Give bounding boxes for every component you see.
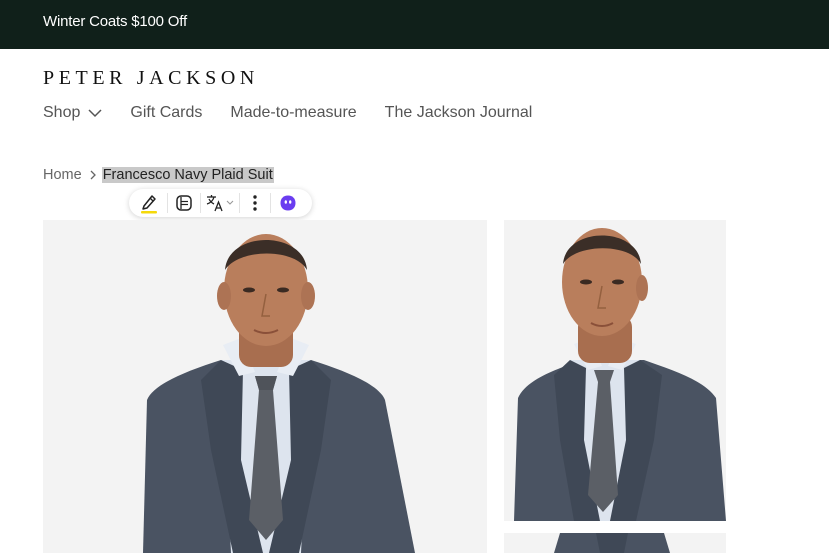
model-photo-angle [504,220,726,521]
more-options-icon [253,195,257,211]
selection-toolbar [129,189,312,217]
chevron-down-icon [88,109,102,118]
chevron-right-icon [90,170,96,180]
nav-item-journal[interactable]: The Jackson Journal [385,104,533,122]
model-photo-detail [504,533,726,553]
assistant-button[interactable] [271,189,305,217]
note-button[interactable] [168,189,200,217]
highlighter-icon [141,195,157,214]
more-options-button[interactable] [240,189,270,217]
nav-item-gift-cards[interactable]: Gift Cards [130,104,202,122]
product-image-side-2[interactable] [504,533,726,553]
promo-bar: Winter Coats $100 Off [0,0,829,49]
nav-item-label: Shop [43,104,81,121]
promo-text[interactable]: Winter Coats $100 Off [43,13,187,30]
breadcrumb: Home Francesco Navy Plaid Suit [43,167,274,183]
nav-item-label: The Jackson Journal [384,104,533,121]
model-photo-front [43,220,487,553]
brand-logo[interactable]: PETER JACKSON [43,67,259,90]
main-nav: Shop Gift Cards Made-to-measure The Jack… [43,104,560,122]
translate-button[interactable] [201,189,239,217]
translate-icon [206,195,234,212]
nav-item-made-to-measure[interactable]: Made-to-measure [230,104,356,122]
nav-item-shop[interactable]: Shop [43,104,102,122]
product-image-side[interactable] [504,220,726,521]
nav-item-label: Gift Cards [130,104,203,121]
breadcrumb-current: Francesco Navy Plaid Suit [101,167,274,183]
assistant-icon [280,195,296,211]
note-icon [176,195,192,211]
nav-item-label: Made-to-measure [230,104,357,121]
highlight-button[interactable] [135,189,163,217]
product-image-main[interactable] [43,220,487,553]
breadcrumb-home[interactable]: Home [43,167,82,183]
